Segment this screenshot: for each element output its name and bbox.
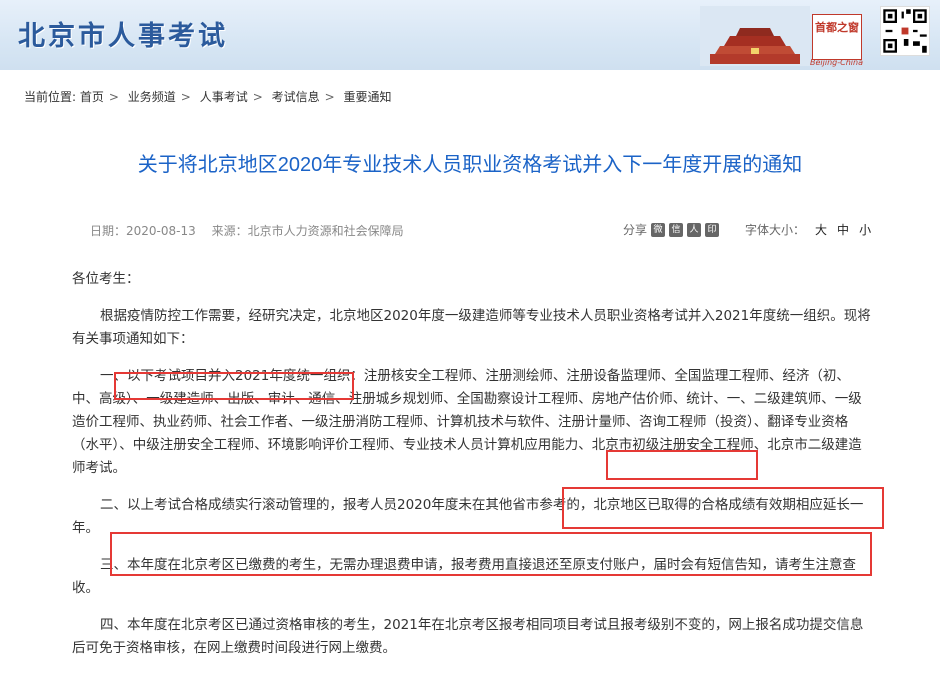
article-source: 来源：北京市人力资源和社会保障局 <box>211 224 404 238</box>
share-label: 分享 <box>623 223 648 237</box>
paragraph-item-1: 一、以下考试项目并入2021年度统一组织：注册核安全工程师、注册测绘师、注册设备… <box>72 368 862 476</box>
article-body: 各位考生： 根据疫情防控工作需要，经研究决定，北京地区2020年度一级建造师等专… <box>72 268 872 674</box>
font-size-small-button[interactable]: 小 <box>859 221 871 238</box>
article-date: 日期：2020-08-13 <box>90 224 196 238</box>
paragraph-item-3: 三、本年度在北京考区已缴费的考生，无需办理退费申请，报考费用直接退还至原支付账户… <box>72 557 856 596</box>
paragraph-item-4: 四、本年度在北京考区已通过资格审核的考生，2021年在北京考区报考相同项目考试且… <box>72 617 864 656</box>
person-share-icon[interactable]: 人 <box>687 222 702 237</box>
paragraph-intro: 根据疫情防控工作需要，经研究决定，北京地区2020年度一级建造师等专业技术人员职… <box>72 308 871 347</box>
site-header: 北京市人事考试 首都之窗 Beijing-China <box>0 0 940 70</box>
font-size-medium-button[interactable]: 中 <box>837 221 849 238</box>
article-meta: 日期：2020-08-13 来源：北京市人力资源和社会保障局 <box>90 222 416 239</box>
breadcrumb-separator: > <box>324 90 335 104</box>
breadcrumb-prefix: 当前位置: <box>24 90 77 104</box>
site-title[interactable]: 北京市人事考试 <box>18 14 228 53</box>
breadcrumb-important-notice[interactable]: 重要通知 <box>344 90 392 104</box>
font-size-label: 字体大小： <box>745 223 806 237</box>
article-tools: 分享 微 信 人 印 字体大小： 大 中 小 <box>623 221 871 238</box>
breadcrumb-separator: > <box>108 90 119 104</box>
wechat-share-icon[interactable]: 信 <box>669 222 684 237</box>
article-title: 关于将北京地区2020年专业技术人员职业资格考试并入下一年度开展的通知 <box>137 154 803 176</box>
breadcrumb-personnel-exam[interactable]: 人事考试 <box>200 90 248 104</box>
breadcrumb: 当前位置: 首页 > 业务频道 > 人事考试 > 考试信息 > 重要通知 <box>24 88 392 105</box>
paragraph-item-2: 二、以上考试合格成绩实行滚动管理的，报考人员2020年度未在其他省市参考的，北京… <box>72 497 864 536</box>
brand-subtitle: Beijing-China <box>810 58 863 67</box>
breadcrumb-separator: > <box>252 90 263 104</box>
tiananmen-skyline-image <box>700 6 810 66</box>
weibo-share-icon[interactable]: 微 <box>651 222 666 237</box>
breadcrumb-home[interactable]: 首页 <box>80 90 104 104</box>
print-icon[interactable]: 印 <box>705 222 720 237</box>
qr-code-icon <box>880 6 930 56</box>
font-size-large-button[interactable]: 大 <box>815 221 827 238</box>
brand-name: 首都之窗 <box>815 21 859 34</box>
greeting: 各位考生： <box>72 271 140 287</box>
breadcrumb-exam-info[interactable]: 考试信息 <box>272 90 320 104</box>
breadcrumb-separator: > <box>180 90 191 104</box>
breadcrumb-business-channel[interactable]: 业务频道 <box>128 90 176 104</box>
capital-window-logo[interactable]: 首都之窗 <box>812 14 862 60</box>
